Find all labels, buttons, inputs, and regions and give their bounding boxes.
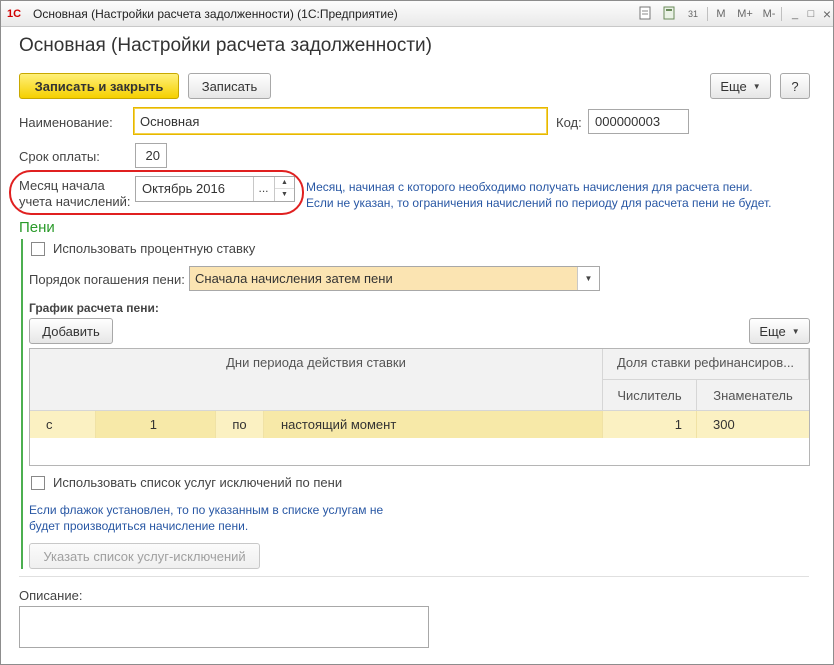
chevron-down-icon: ▼: [791, 326, 800, 336]
column-header-denominator[interactable]: Знаменатель: [697, 380, 809, 411]
divider: [19, 576, 809, 577]
description-label: Описание:: [19, 588, 83, 603]
section-divider: [21, 239, 23, 569]
more-button[interactable]: Еще ▼: [710, 73, 771, 99]
name-label: Наименование:: [19, 115, 113, 130]
m-plus-icon[interactable]: M+: [737, 6, 753, 22]
exclusions-hint-line1: Если флажок установлен, то по указанным …: [29, 503, 384, 517]
close-icon[interactable]: ×: [819, 6, 834, 22]
exclusions-hint: Если флажок установлен, то по указанным …: [29, 502, 383, 534]
cell-from-day[interactable]: 1: [96, 411, 216, 438]
penalty-schedule-table[interactable]: Дни периода действия ставки Доля ставки …: [29, 348, 810, 466]
minimize-icon[interactable]: _: [787, 6, 803, 22]
column-header-numerator[interactable]: Числитель: [603, 380, 697, 411]
grid-more-label: Еще: [759, 323, 786, 339]
cell-numerator[interactable]: 1: [603, 411, 697, 438]
table-row[interactable]: с 1 по настоящий момент 1 300: [30, 411, 809, 438]
save-and-close-button[interactable]: Записать и закрыть: [19, 73, 179, 99]
column-header-share[interactable]: Доля ставки рефинансиров...: [603, 349, 809, 380]
more-button-label: Еще: [720, 78, 747, 94]
month-hint-line1: Месяц, начиная с которого необходимо пол…: [306, 180, 753, 194]
code-label: Код:: [556, 115, 582, 130]
cell-from-label[interactable]: с: [30, 411, 96, 438]
m-minus-icon[interactable]: M-: [761, 6, 777, 22]
app-window: 1С Основная (Настройки расчета задолженн…: [0, 0, 834, 665]
maximize-icon[interactable]: □: [803, 6, 819, 22]
term-field[interactable]: 20: [135, 143, 167, 168]
cell-to-day[interactable]: настоящий момент: [264, 411, 603, 438]
window-title: Основная (Настройки расчета задолженност…: [33, 7, 398, 21]
use-exclusions-label: Использовать список услуг исключений по …: [53, 475, 343, 490]
exclusions-list-button[interactable]: Указать список услуг-исключений: [29, 543, 260, 569]
penalty-section-title: Пени: [19, 219, 55, 236]
grid-more-button[interactable]: Еще ▼: [749, 318, 810, 344]
chevron-down-icon: ▼: [752, 81, 761, 91]
annotation-highlight: [9, 170, 304, 215]
order-label: Порядок погашения пени:: [29, 272, 185, 287]
schedule-label: График расчета пени:: [29, 301, 159, 315]
column-header-days[interactable]: Дни периода действия ставки: [30, 349, 603, 411]
order-select[interactable]: Сначала начисления затем пени ▼: [189, 266, 600, 291]
save-button[interactable]: Записать: [188, 73, 271, 99]
description-field[interactable]: [19, 606, 429, 648]
name-field[interactable]: Основная: [133, 107, 548, 135]
month-hint-line2: Если не указан, то ограничения начислени…: [306, 196, 772, 210]
term-label: Срок оплаты:: [19, 149, 100, 164]
add-row-button[interactable]: Добавить: [29, 318, 113, 344]
use-percent-checkbox[interactable]: [31, 242, 45, 256]
use-exclusions-checkbox[interactable]: [31, 476, 45, 490]
form-title: Основная (Настройки расчета задолженност…: [19, 35, 432, 56]
exclusions-hint-line2: будет производиться начисление пени.: [29, 519, 249, 533]
use-percent-label: Использовать процентную ставку: [53, 241, 256, 256]
document-icon[interactable]: [637, 6, 653, 22]
help-button[interactable]: ?: [780, 73, 810, 99]
cell-to-label[interactable]: по: [216, 411, 264, 438]
code-field[interactable]: 000000003: [588, 109, 689, 134]
cell-denominator[interactable]: 300: [697, 411, 809, 438]
order-select-value: Сначала начисления затем пени: [195, 271, 393, 286]
chevron-down-icon[interactable]: ▼: [577, 267, 599, 290]
month-hint: Месяц, начиная с которого необходимо пол…: [306, 179, 826, 211]
title-bar: 1С Основная (Настройки расчета задолженн…: [1, 1, 833, 27]
calculator-icon[interactable]: [661, 6, 677, 22]
app-logo: 1С: [7, 8, 22, 20]
calendar-icon[interactable]: 31: [685, 6, 701, 22]
m-icon[interactable]: M: [713, 6, 729, 22]
